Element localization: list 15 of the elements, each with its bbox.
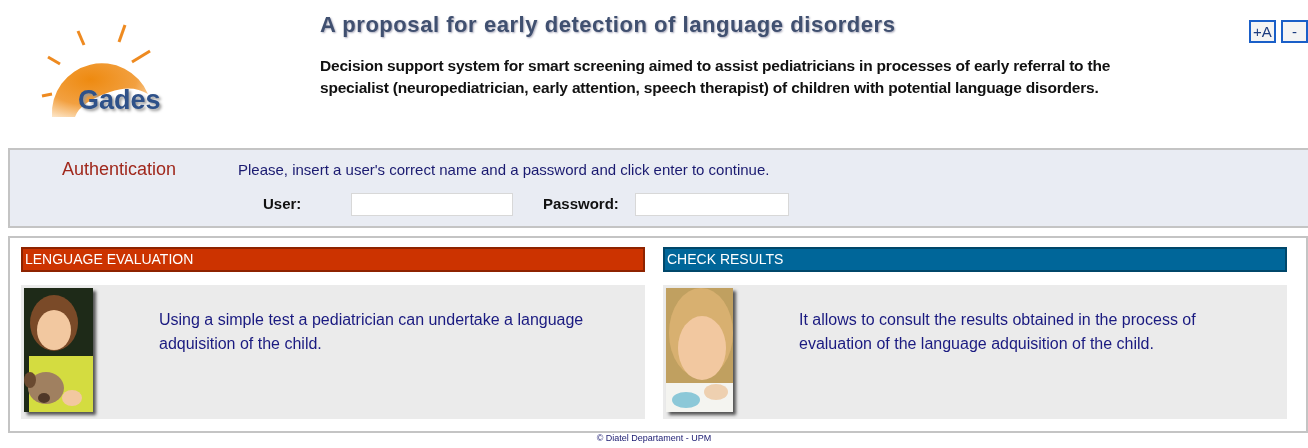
font-size-button[interactable]: +A [1249,20,1276,43]
section-header: LENGUAGE EVALUATION [21,247,645,272]
field-label: Password: [543,194,620,215]
instructions-text: Please, insert a user's correct name and a password and click enter to continue. [238,160,770,180]
page-description: Decision support system for smart screening aimed to assist pediatricians in processes of early referral to the specialist (neuropediatrician, early attention, speech therapist) of children with potential language disorders. [320,56,1112,98]
footer-text: © Diatel Departament - UPM [596,433,712,443]
field-label: User: [263,194,303,215]
user-field[interactable] [351,193,513,216]
page-title: A proposal for early detection of language disorders [320,11,897,39]
section-description: It allows to consult the results obtained in the process of evaluation of the language adquisition of the child. [799,310,1197,354]
section-header: CHECK RESULTS [663,247,1287,272]
section-description: Using a simple test a pediatrician can undertake a language adquisition of the child. [159,310,585,354]
section-title: Authentication [62,158,178,181]
password-field[interactable] [635,193,789,216]
font-size-button[interactable]: - [1281,20,1308,43]
